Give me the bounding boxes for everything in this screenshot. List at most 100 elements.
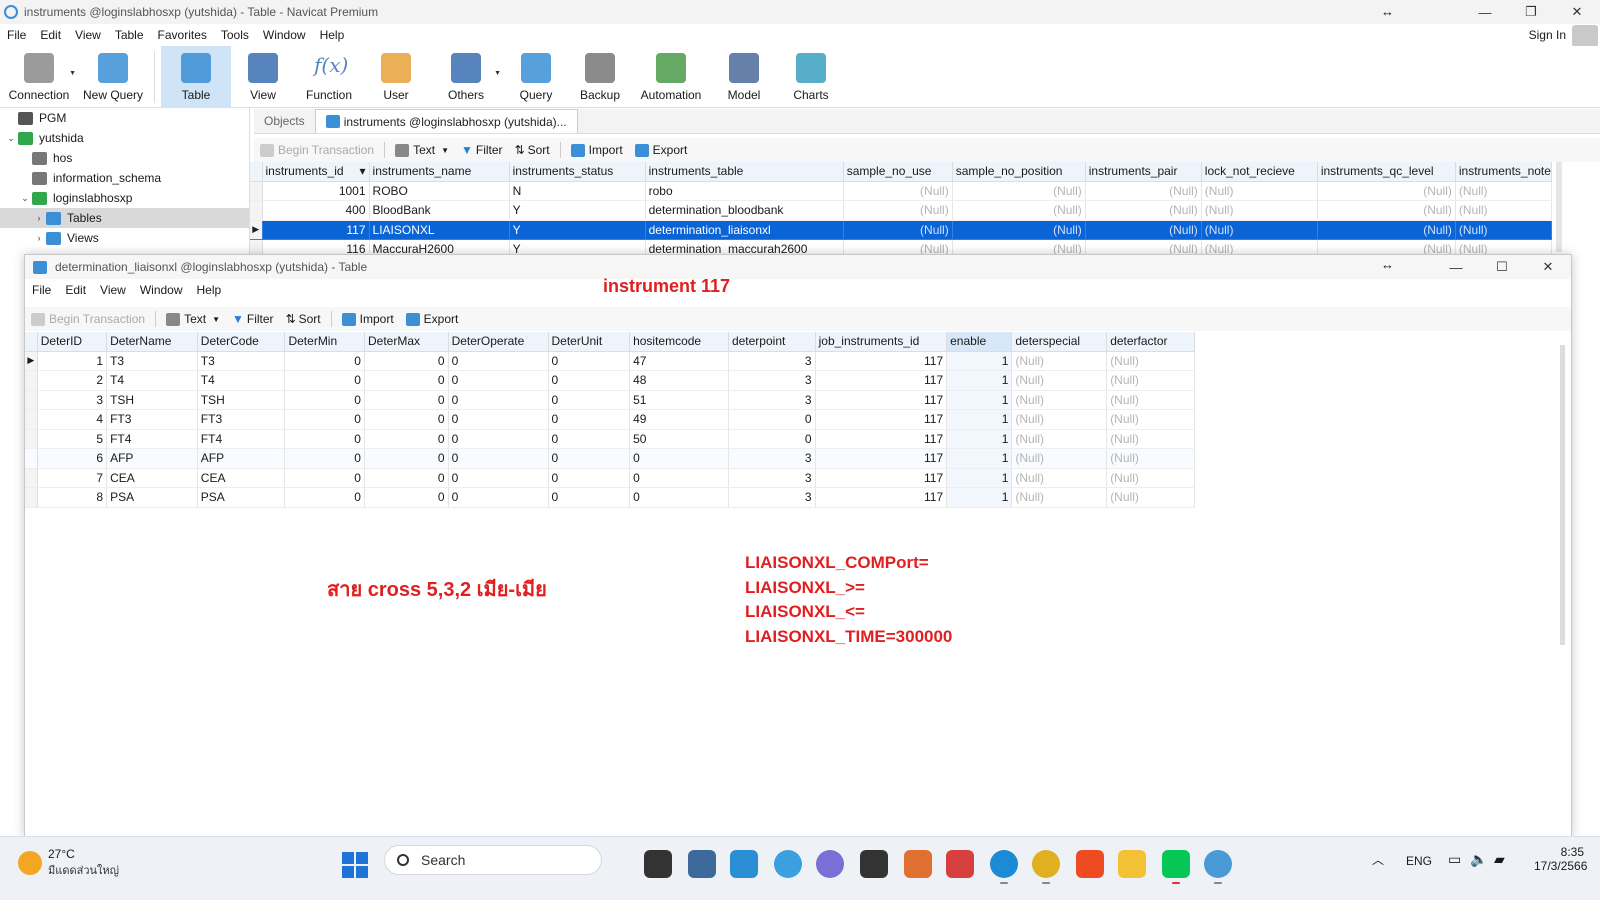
table-row[interactable]: ▶ 117 LIAISONXL Ydetermination_liaisonxl (Nu… <box>250 220 1552 240</box>
clock[interactable]: 8:35 17/3/2566 <box>1534 845 1587 873</box>
table-cell[interactable]: 1 <box>946 351 1013 371</box>
table-cell[interactable]: 3 <box>37 390 108 410</box>
toolbar-model-button[interactable]: Model <box>711 46 777 108</box>
chevron-down-icon[interactable]: ⌄ <box>18 193 32 204</box>
table-cell[interactable]: 3 <box>728 468 816 488</box>
office-app-icon[interactable] <box>946 850 974 878</box>
table-cell[interactable]: (Null) <box>1011 409 1108 430</box>
child-close-button[interactable]: ✕ <box>1525 255 1571 279</box>
scrollbar[interactable] <box>1556 162 1562 252</box>
table-cell[interactable]: Y <box>509 220 646 240</box>
table-cell[interactable]: MaccuraH2600 <box>369 239 510 254</box>
menu-edit[interactable]: Edit <box>33 28 68 42</box>
chevron-up-icon[interactable]: ︿ <box>1372 851 1384 868</box>
table-cell[interactable]: 0 <box>284 390 365 410</box>
table-cell[interactable]: 0 <box>364 409 449 430</box>
sort-button[interactable]: ⇅ Sort <box>509 140 556 160</box>
table-cell[interactable]: Y <box>509 200 646 221</box>
table-cell[interactable]: (Null) <box>1106 409 1195 430</box>
toolbar-view-button[interactable]: View <box>231 46 295 108</box>
table-cell[interactable]: (Null) <box>1201 239 1318 254</box>
table-cell[interactable]: 2 <box>37 370 108 391</box>
weather-widget[interactable]: 27°C มีแดดส่วนใหญ่ <box>18 847 119 879</box>
table-cell[interactable]: (Null) <box>1011 448 1108 469</box>
table-cell[interactable]: 1 <box>37 351 108 371</box>
child-menu-window[interactable]: Window <box>133 283 190 297</box>
edge-icon[interactable] <box>990 850 1018 878</box>
dropdown-arrow-icon[interactable]: ▼ <box>69 70 76 77</box>
tree-item-loginslabhosxp[interactable]: ⌄ loginslabhosxp <box>0 188 249 208</box>
column-header-instruments_note[interactable]: instruments_note <box>1455 162 1552 182</box>
table-cell[interactable]: FT4 <box>106 429 198 449</box>
child-menu-edit[interactable]: Edit <box>58 283 93 297</box>
table-cell[interactable]: (Null) <box>1011 429 1108 449</box>
menu-view[interactable]: View <box>68 28 108 42</box>
toolbar-table-button[interactable]: Table <box>161 46 231 108</box>
table-cell[interactable]: 1 <box>946 468 1013 488</box>
row-indicator[interactable] <box>25 429 38 449</box>
table-cell[interactable]: 0 <box>728 429 816 449</box>
column-header-deterid[interactable]: DeterID <box>37 332 108 352</box>
table-cell[interactable]: 117 <box>815 390 948 410</box>
line-icon[interactable] <box>1162 850 1190 878</box>
table-cell[interactable]: 0 <box>548 409 631 430</box>
table-row[interactable]: 1001 ROBO Nrobo (Null) (Null) (Null) (Null) (Nu… <box>250 181 1552 201</box>
table-cell[interactable]: 0 <box>284 448 365 469</box>
table-cell[interactable]: T3 <box>106 351 198 371</box>
battery-icon[interactable]: ▰ <box>1494 851 1505 868</box>
row-indicator[interactable] <box>25 487 38 508</box>
table-cell[interactable]: 0 <box>284 468 365 488</box>
column-header-job_instruments_id[interactable]: job_instruments_id <box>815 332 948 352</box>
table-cell[interactable]: BloodBank <box>369 200 510 221</box>
table-cell[interactable]: 0 <box>448 429 549 449</box>
column-header-instruments_name[interactable]: instruments_name <box>369 162 510 182</box>
close-button[interactable]: ✕ <box>1554 0 1600 24</box>
menu-tools[interactable]: Tools <box>214 28 256 42</box>
toolbar-new-query-button[interactable]: New Query <box>78 46 148 108</box>
menu-help[interactable]: Help <box>313 28 352 42</box>
chevron-down-icon[interactable]: ⌄ <box>4 133 18 144</box>
column-header-detername[interactable]: DeterName <box>106 332 198 352</box>
table-cell[interactable]: LIAISONXL <box>369 220 510 240</box>
table-cell[interactable]: AFP <box>197 448 286 469</box>
tree-item-hos[interactable]: hos <box>0 148 249 168</box>
table-cell[interactable]: (Null) <box>1201 220 1318 240</box>
table-cell[interactable]: (Null) <box>1317 239 1456 254</box>
table-cell[interactable]: T4 <box>197 370 286 391</box>
toolbar-backup-button[interactable]: Backup <box>569 46 631 108</box>
table-cell[interactable]: (Null) <box>1106 429 1195 449</box>
table-cell[interactable]: 0 <box>448 370 549 391</box>
table-cell[interactable]: (Null) <box>1085 181 1202 201</box>
table-cell[interactable]: (Null) <box>1106 351 1195 371</box>
export-button[interactable]: Export <box>629 140 694 160</box>
table-row[interactable]: 8 PSA PSA 0 0 0 0 0 3 117 1 (Null) (Null) <box>25 487 1195 508</box>
table-cell[interactable]: (Null) <box>1317 181 1456 201</box>
table-cell[interactable]: 0 <box>448 487 549 508</box>
table-cell[interactable]: (Null) <box>843 220 953 240</box>
table-cell[interactable]: 0 <box>364 429 449 449</box>
table-cell[interactable]: (Null) <box>1011 468 1108 488</box>
network-icon[interactable]: ▭ <box>1448 851 1461 868</box>
toolbar-user-button[interactable]: User <box>363 46 429 108</box>
table-cell[interactable]: 117 <box>815 429 948 449</box>
column-header-deteroperate[interactable]: DeterOperate <box>448 332 549 352</box>
table-cell[interactable]: 1 <box>946 370 1013 391</box>
table-cell[interactable]: (Null) <box>1317 220 1456 240</box>
row-indicator[interactable] <box>250 200 263 221</box>
table-cell[interactable]: (Null) <box>843 239 953 254</box>
table-cell[interactable]: ROBO <box>369 181 510 201</box>
column-header-deterfactor[interactable]: deterfactor <box>1106 332 1195 352</box>
table-cell[interactable]: 6 <box>37 448 108 469</box>
table-cell[interactable]: (Null) <box>1455 200 1552 221</box>
table-cell[interactable]: (Null) <box>1106 448 1195 469</box>
column-header-sample_no_position[interactable]: sample_no_position <box>952 162 1086 182</box>
table-cell[interactable]: 0 <box>548 429 631 449</box>
table-cell[interactable]: CEA <box>106 468 198 488</box>
row-indicator[interactable]: ▶ <box>250 220 263 240</box>
task-view-icon[interactable] <box>644 850 672 878</box>
table-cell[interactable]: 0 <box>448 390 549 410</box>
table-cell[interactable]: 117 <box>262 220 370 240</box>
table-cell[interactable]: 117 <box>815 487 948 508</box>
tree-item-yutshida[interactable]: ⌄ yutshida <box>0 128 249 148</box>
begin-transaction-button[interactable]: Begin Transaction <box>254 140 380 160</box>
